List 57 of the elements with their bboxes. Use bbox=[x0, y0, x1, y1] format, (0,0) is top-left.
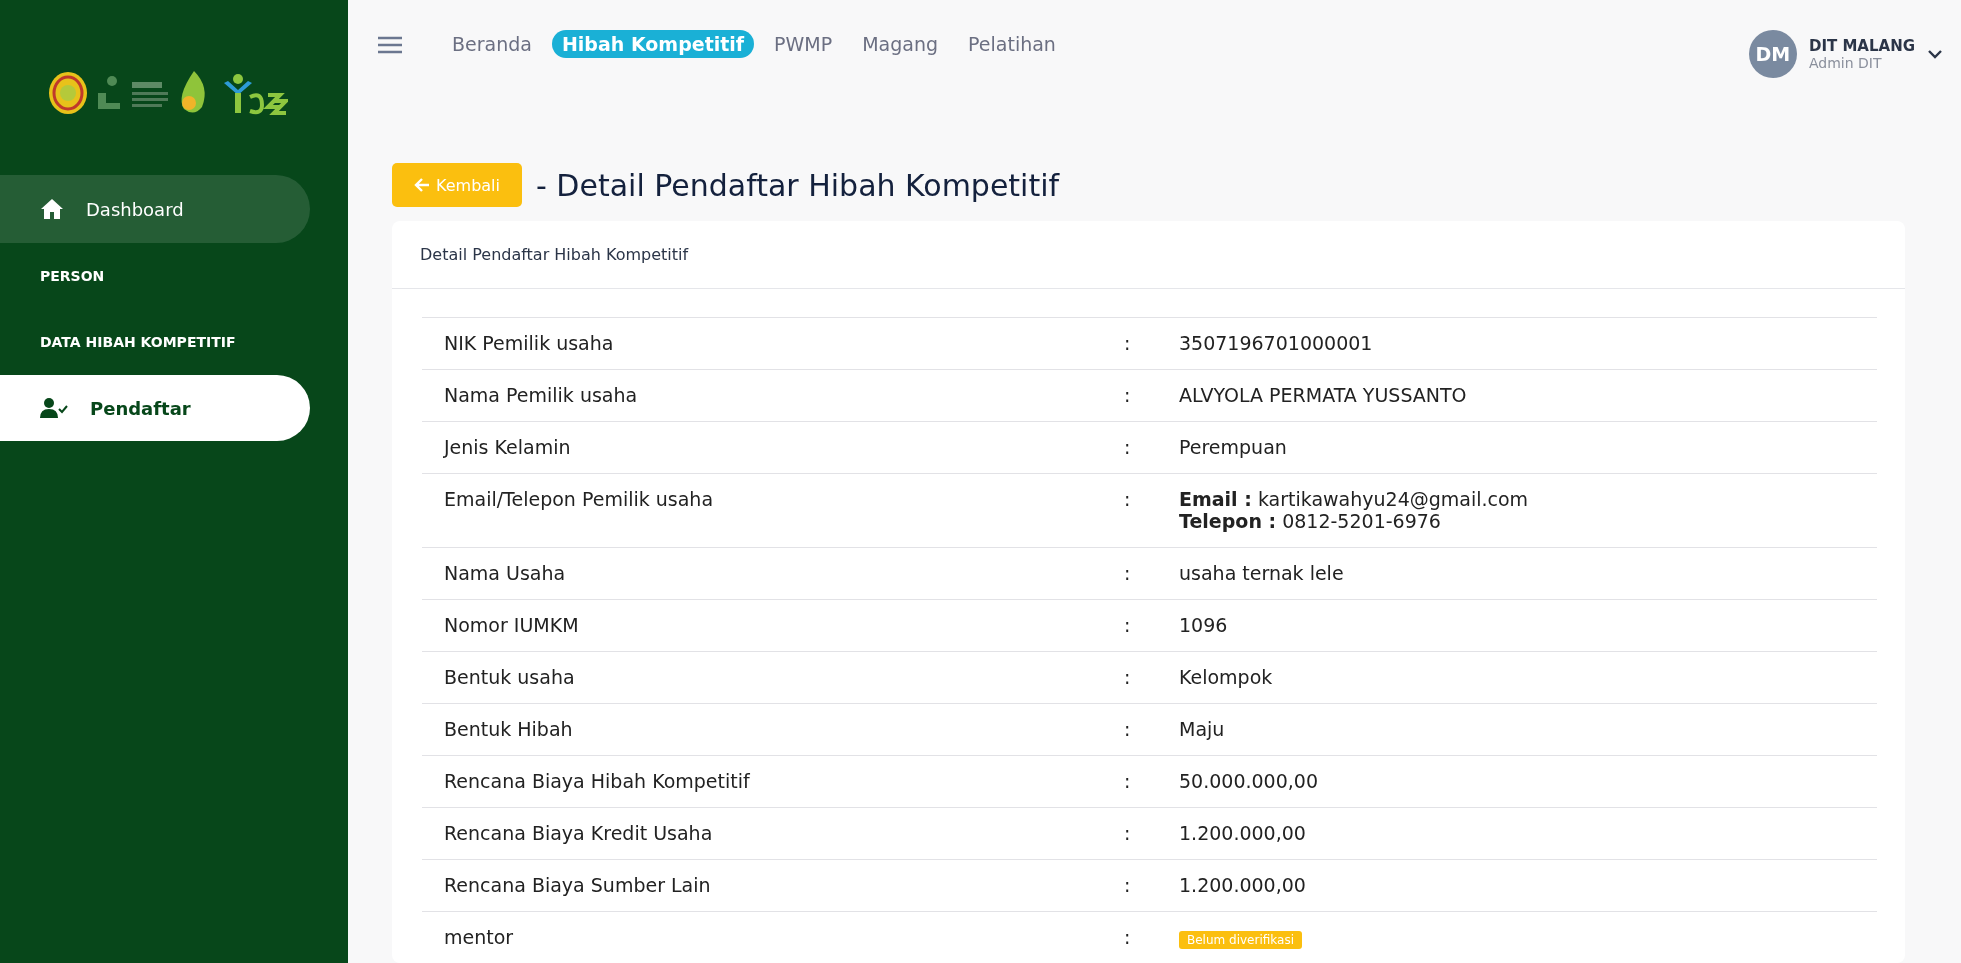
field-label: Bentuk Hibah bbox=[444, 718, 573, 740]
user-name: DIT MALANG bbox=[1808, 37, 1915, 55]
page-title: - Detail Pendaftar Hibah Kompetitif bbox=[536, 167, 1060, 203]
arrow-left-icon bbox=[414, 178, 430, 192]
sidebar-item[interactable]: Dashboard bbox=[0, 175, 310, 243]
card-title: Detail Pendaftar Hibah Kompetitif bbox=[392, 221, 1905, 289]
emblem-logo-icon bbox=[48, 70, 88, 115]
nav-link[interactable]: PWMP bbox=[764, 30, 843, 58]
field-value: usaha ternak lele bbox=[1179, 562, 1344, 584]
field-value: 3507196701000001 bbox=[1179, 332, 1373, 354]
field-label: Jenis Kelamin bbox=[444, 436, 571, 458]
colon-separator: : bbox=[1124, 384, 1131, 406]
field-value: 1.200.000,00 bbox=[1179, 822, 1306, 844]
field-label: Rencana Biaya Sumber Lain bbox=[444, 874, 711, 896]
home-icon bbox=[40, 198, 64, 220]
user-role: Admin DIT bbox=[1808, 55, 1883, 71]
colon-separator: : bbox=[1124, 436, 1131, 458]
colon-separator: : bbox=[1124, 332, 1131, 354]
colon-separator: : bbox=[1124, 614, 1131, 636]
field-label: Nama Usaha bbox=[444, 562, 566, 584]
colon-separator: : bbox=[1124, 562, 1131, 584]
colon-separator: : bbox=[1124, 874, 1131, 896]
sidebar-item[interactable]: DATA HIBAH KOMPETITIF bbox=[0, 309, 310, 375]
user-check-icon bbox=[40, 397, 68, 419]
chevron-down-icon[interactable] bbox=[1927, 49, 1943, 59]
field-value: Kelompok bbox=[1179, 666, 1273, 688]
field-label: mentor bbox=[444, 926, 514, 948]
field-label: Rencana Biaya Kredit Usaha bbox=[444, 822, 713, 844]
field-label: Email/Telepon Pemilik usaha bbox=[444, 488, 714, 510]
colon-separator: : bbox=[1124, 822, 1131, 844]
user-avatar[interactable]: DM bbox=[1748, 30, 1797, 78]
field-label: Nomor IUMKM bbox=[444, 614, 579, 636]
field-value: Telepon : 0812-5201-6976 bbox=[1179, 510, 1442, 532]
field-value: Perempuan bbox=[1179, 436, 1287, 458]
field-label: Bentuk usaha bbox=[444, 666, 575, 688]
colon-separator: : bbox=[1124, 666, 1131, 688]
field-label: Rencana Biaya Hibah Kompetitif bbox=[444, 770, 750, 792]
sidebar-item[interactable]: PERSON bbox=[0, 243, 310, 309]
colon-separator: : bbox=[1124, 488, 1131, 510]
field-label: NIK Pemilik usaha bbox=[444, 332, 614, 354]
colon-separator: : bbox=[1124, 770, 1131, 792]
status-badge: Belum diverifikasi bbox=[1179, 931, 1302, 949]
field-value: 1096 bbox=[1179, 614, 1228, 636]
field-value: Maju bbox=[1179, 718, 1225, 740]
menu-icon[interactable] bbox=[378, 36, 402, 54]
field-value: Email : kartikawahyu24@gmail.com bbox=[1179, 488, 1530, 510]
colon-separator: : bbox=[1124, 718, 1131, 740]
nav-link[interactable]: Hibah Kompetitif bbox=[551, 30, 755, 58]
nav-link[interactable]: Magang bbox=[852, 30, 949, 58]
nav-link[interactable]: Beranda bbox=[442, 30, 542, 58]
field-value: 1.200.000,00 bbox=[1179, 874, 1306, 896]
sidebar-item[interactable]: Pendaftar bbox=[0, 375, 310, 441]
nav-link[interactable]: Pelatihan bbox=[958, 30, 1066, 58]
field-value: ALVYOLA PERMATA YUSSANTO bbox=[1179, 384, 1467, 406]
colon-separator: : bbox=[1124, 926, 1131, 948]
field-label: Nama Pemilik usaha bbox=[444, 384, 638, 406]
field-value: 50.000.000,00 bbox=[1179, 770, 1318, 792]
